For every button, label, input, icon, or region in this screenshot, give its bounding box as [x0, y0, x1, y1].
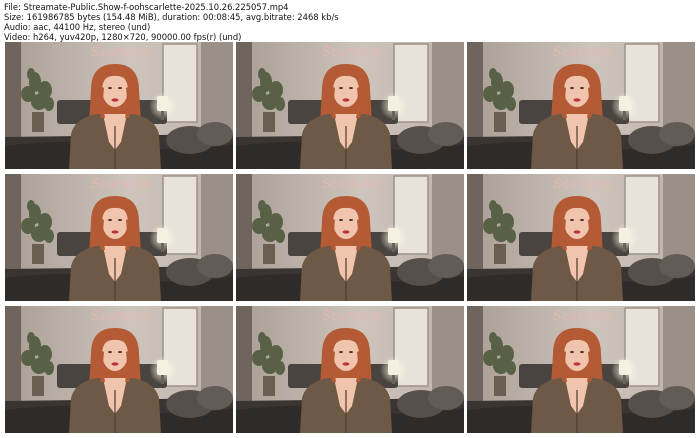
video-thumbnail: Scarlette	[236, 42, 464, 169]
video-frame-image: Scarlette	[236, 174, 464, 301]
video-thumbnail: Scarlette	[467, 174, 695, 301]
svg-text:Scarlette: Scarlette	[91, 177, 151, 192]
svg-text:Scarlette: Scarlette	[322, 309, 382, 324]
video-thumbnail: Scarlette	[5, 174, 233, 301]
video-thumbnail: Scarlette	[236, 174, 464, 301]
svg-text:Scarlette: Scarlette	[91, 309, 151, 324]
video-thumbnail: Scarlette	[236, 306, 464, 433]
video-frame-image: Scarlette	[5, 42, 233, 169]
video-frame-image: Scarlette	[467, 174, 695, 301]
video-thumbnail: Scarlette	[467, 306, 695, 433]
thumbnail-grid: Scarlette Scarlette Scarlette Scarlette …	[0, 0, 700, 438]
video-thumbnail: Scarlette	[467, 42, 695, 169]
svg-text:Scarlette: Scarlette	[553, 45, 613, 60]
svg-text:Scarlette: Scarlette	[322, 45, 382, 60]
svg-text:Scarlette: Scarlette	[553, 309, 613, 324]
video-frame-image: Scarlette	[236, 42, 464, 169]
svg-text:Scarlette: Scarlette	[553, 177, 613, 192]
video-thumbnail: Scarlette	[5, 306, 233, 433]
video-frame-image: Scarlette	[5, 174, 233, 301]
video-thumbnail: Scarlette	[5, 42, 233, 169]
video-frame-image: Scarlette	[467, 306, 695, 433]
svg-text:Scarlette: Scarlette	[91, 45, 151, 60]
svg-text:Scarlette: Scarlette	[322, 177, 382, 192]
video-frame-image: Scarlette	[467, 42, 695, 169]
video-frame-image: Scarlette	[236, 306, 464, 433]
video-frame-image: Scarlette	[5, 306, 233, 433]
